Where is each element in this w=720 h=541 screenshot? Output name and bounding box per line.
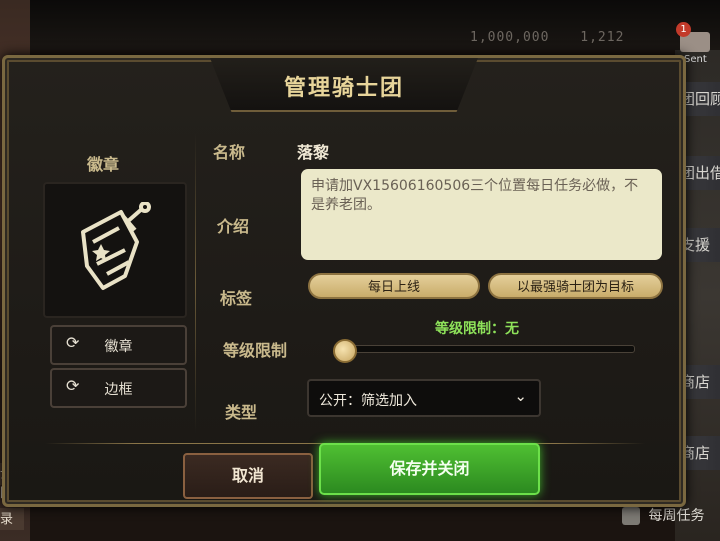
- level-limit-label: 等级限制: [223, 341, 288, 360]
- vertical-divider: [195, 133, 196, 433]
- name-label: 名称: [213, 143, 246, 162]
- join-type-select[interactable]: 公开：筛选加入 ⌄: [307, 379, 541, 417]
- mail-label: Sent: [684, 54, 707, 65]
- type-label: 类型: [225, 403, 258, 422]
- tag-strongest-goal[interactable]: 以最强骑士团为目标: [488, 273, 663, 299]
- chevron-down-icon: ⌄: [514, 387, 527, 405]
- intro-label: 介绍: [217, 217, 250, 236]
- tag-daily-online[interactable]: 每日上线: [308, 273, 480, 299]
- join-type-value: 公开：筛选加入: [319, 393, 417, 409]
- level-slider-handle[interactable]: [333, 339, 357, 363]
- change-frame-label: 边框: [104, 382, 133, 398]
- intro-textarea[interactable]: 申请加VX15606160506三个位置每日任务必做，不是养老团。: [301, 169, 662, 260]
- manage-guild-dialog: 管理骑士团 徽章 ⟳ 徽章 ⟳ 边框 名称 落黎 介绍 申请加VX1560616…: [2, 55, 686, 507]
- shield-sword-icon: [81, 202, 151, 290]
- cancel-button[interactable]: 取消: [183, 453, 313, 499]
- top-resource-stats: 1,000,000 1,212: [470, 30, 646, 45]
- left-menu-fragment-2[interactable]: 录: [0, 508, 24, 530]
- change-emblem-label: 徽章: [104, 339, 133, 355]
- weekly-task-label: 每周任务: [648, 508, 705, 524]
- emblem-preview: [43, 182, 187, 318]
- resource-value-1: 1,000,000: [470, 30, 550, 45]
- level-slider-track[interactable]: [343, 345, 635, 353]
- task-icon: [622, 507, 640, 525]
- dialog-title: 管理骑士团: [283, 76, 404, 101]
- resource-value-2: 1,212: [580, 30, 625, 45]
- mail-badge: 1: [676, 22, 691, 37]
- mail-icon[interactable]: 1 Sent: [676, 22, 716, 65]
- change-frame-button[interactable]: ⟳ 边框: [50, 368, 187, 408]
- tags-label: 标签: [220, 289, 253, 308]
- guild-name: 落黎: [297, 143, 330, 162]
- change-emblem-button[interactable]: ⟳ 徽章: [50, 325, 187, 365]
- emblem-label: 徽章: [87, 155, 120, 174]
- level-limit-value: 等级限制：无: [435, 321, 519, 337]
- save-and-close-button[interactable]: 保存并关闭: [319, 443, 540, 495]
- weekly-task-button[interactable]: 每周任务: [622, 505, 704, 525]
